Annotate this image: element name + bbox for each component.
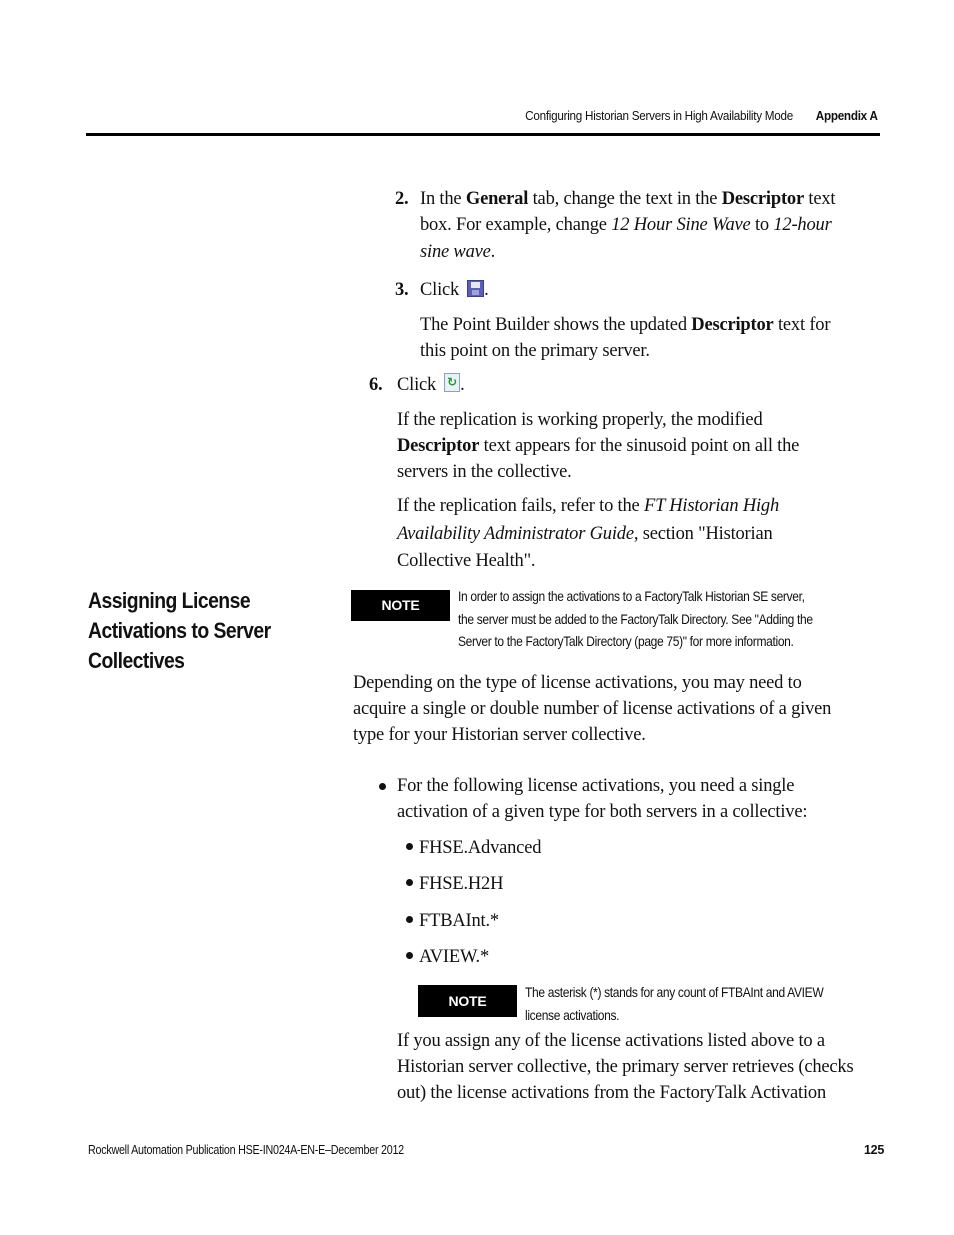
text: text appears for the sinusoid point on a… — [479, 436, 800, 456]
save-floppy-icon — [467, 280, 485, 297]
step-number: 6. — [369, 375, 383, 395]
text: text for — [773, 315, 831, 335]
text: servers in the collective. — [397, 462, 572, 482]
text: . — [484, 280, 489, 300]
text: box. For example, change — [420, 215, 612, 235]
note-line: Server to the FactoryTalk Directory (pag… — [458, 633, 794, 649]
text: to — [750, 215, 774, 235]
license-type: FHSE.H2H — [419, 874, 504, 894]
text: activation of a given type for both serv… — [397, 802, 808, 822]
step-6-failure-paragraph: If the replication fails, refer to the F… — [397, 493, 877, 576]
bullet-icon — [406, 952, 413, 959]
text: The Point Builder shows the updated — [420, 315, 692, 335]
text: tab, change the text in the — [528, 189, 722, 209]
note-line: license activations. — [525, 1006, 620, 1023]
step-6: 6. Click ↻. — [369, 372, 869, 402]
step-6-success-paragraph: If the replication is working properly, … — [397, 407, 877, 485]
note-text: The asterisk (*) stands for any count of… — [525, 981, 869, 1026]
guide-title: FT Historian High — [643, 496, 780, 516]
ui-term-descriptor: Descriptor — [691, 315, 774, 335]
section-heading: Assigning License Activations to Server … — [88, 586, 299, 676]
text: type for your Historian server collectiv… — [353, 725, 646, 745]
publication-footer: Rockwell Automation Publication HSE-IN02… — [88, 1143, 404, 1157]
appendix-label: Appendix A — [816, 108, 878, 123]
example-old-value: 12 Hour Sine Wave — [611, 215, 751, 235]
heading-line: Collectives — [88, 648, 185, 673]
guide-title-cont: Availability Administrator Guide — [397, 523, 634, 544]
text: In the — [420, 189, 466, 209]
bullet-item: For the following license activations, y… — [379, 773, 879, 827]
text: acquire a single or double number of lic… — [353, 699, 832, 719]
note-text: In order to assign the activations to a … — [458, 585, 871, 653]
license-type-item: AVIEW.* — [406, 944, 489, 970]
heading-line: Activations to Server — [88, 618, 271, 643]
license-type-item: FHSE.Advanced — [406, 835, 541, 861]
step-number: 3. — [395, 280, 409, 300]
text: Collective Health". — [397, 551, 536, 571]
chapter-title: Configuring Historian Servers in High Av… — [525, 108, 794, 123]
note-line: the server must be added to the FactoryT… — [458, 610, 813, 627]
heading-line: Assigning License — [88, 588, 251, 613]
step-2-text: In the General tab, change the text in t… — [420, 186, 880, 265]
click-text: Click — [420, 280, 460, 300]
text: If the replication fails, refer to the — [397, 496, 644, 516]
intro-paragraph: Depending on the type of license activat… — [353, 670, 873, 748]
bullet-icon — [406, 916, 413, 923]
text: , section "Historian — [633, 523, 773, 544]
license-type-item: FHSE.H2H — [406, 871, 503, 897]
step-2: 2. In the General tab, change the text i… — [395, 186, 875, 266]
note-line: The asterisk (*) stands for any count of… — [525, 984, 824, 1000]
closing-paragraph: If you assign any of the license activat… — [397, 1028, 887, 1106]
page-number: 125 — [864, 1143, 884, 1157]
license-type: FHSE.Advanced — [419, 838, 542, 858]
text: text — [803, 189, 836, 209]
running-header: Configuring Historian Servers in High Av… — [525, 108, 879, 123]
refresh-icon: ↻ — [444, 373, 461, 392]
step-number: 2. — [395, 189, 409, 209]
note-line: In order to assign the activations to a … — [458, 588, 805, 604]
license-type: FTBAInt.* — [419, 911, 499, 931]
text: out) the license activations from the Fa… — [397, 1083, 827, 1103]
step-3: 3. Click. — [395, 277, 875, 307]
bullet-icon — [406, 879, 413, 886]
license-type: AVIEW.* — [419, 947, 490, 967]
text: Depending on the type of license activat… — [353, 673, 802, 693]
license-type-item: FTBAInt.* — [406, 908, 499, 934]
bullet-icon — [379, 783, 386, 790]
text: this point on the primary server. — [420, 341, 650, 361]
ui-term-descriptor: Descriptor — [721, 189, 804, 209]
ui-term-general: General — [465, 189, 529, 209]
example-new-value: 12-hour — [773, 215, 832, 235]
text: . — [460, 375, 465, 395]
note-badge: NOTE — [351, 590, 450, 621]
text: For the following license activations, y… — [397, 776, 795, 796]
note-badge: NOTE — [418, 985, 517, 1017]
click-text: Click — [397, 375, 437, 395]
ui-term-descriptor: Descriptor — [397, 436, 480, 456]
text: If you assign any of the license activat… — [397, 1031, 825, 1051]
example-new-value-cont: sine wave — [420, 242, 491, 262]
header-rule — [86, 133, 880, 136]
text: If the replication is working properly, … — [397, 410, 763, 430]
bullet-icon — [406, 843, 413, 850]
text: . — [490, 242, 496, 262]
text: Historian server collective, the primary… — [397, 1057, 854, 1077]
step-3-result: The Point Builder shows the updated Desc… — [420, 312, 880, 364]
